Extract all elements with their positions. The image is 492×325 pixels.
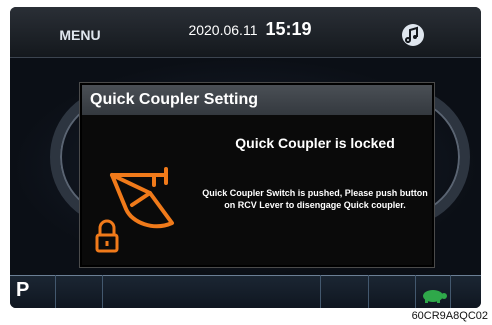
bar-divider xyxy=(55,275,56,308)
gear-indicator: P xyxy=(16,279,30,301)
bar-divider xyxy=(102,275,103,308)
dialog-heading: Quick Coupler is locked xyxy=(235,135,395,151)
display-screen: MENU 2020.06.11 15:19 P Quick Coupler Se… xyxy=(10,7,481,308)
figure-code: 60CR9A8QC02 xyxy=(411,310,488,322)
bar-divider xyxy=(415,275,416,308)
quick-coupler-graphic xyxy=(92,165,202,260)
date-label: 2020.06.11 xyxy=(188,22,258,38)
music-icon xyxy=(402,24,424,46)
bar-divider xyxy=(320,275,321,308)
quick-coupler-icon xyxy=(95,167,174,253)
dialog-message: Quick Coupler Switch is pushed, Please p… xyxy=(202,188,428,210)
padlock-icon xyxy=(95,219,119,253)
menu-button[interactable]: MENU xyxy=(10,15,150,55)
quick-coupler-dialog: Quick Coupler Setting Quick Coupler is l… xyxy=(80,83,434,267)
audio-button[interactable] xyxy=(353,15,473,55)
bottom-bar xyxy=(10,275,481,308)
bar-divider xyxy=(450,275,451,308)
dialog-title: Quick Coupler Setting xyxy=(82,85,432,115)
bar-divider xyxy=(368,275,369,308)
date-time: 2020.06.11 15:19 xyxy=(160,19,340,45)
time-label: 15:19 xyxy=(265,19,312,39)
dialog-body: Quick Coupler is locked Quick Coupler Sw… xyxy=(82,115,432,265)
turtle-icon xyxy=(423,290,447,303)
top-bar: MENU 2020.06.11 15:19 xyxy=(10,7,481,58)
